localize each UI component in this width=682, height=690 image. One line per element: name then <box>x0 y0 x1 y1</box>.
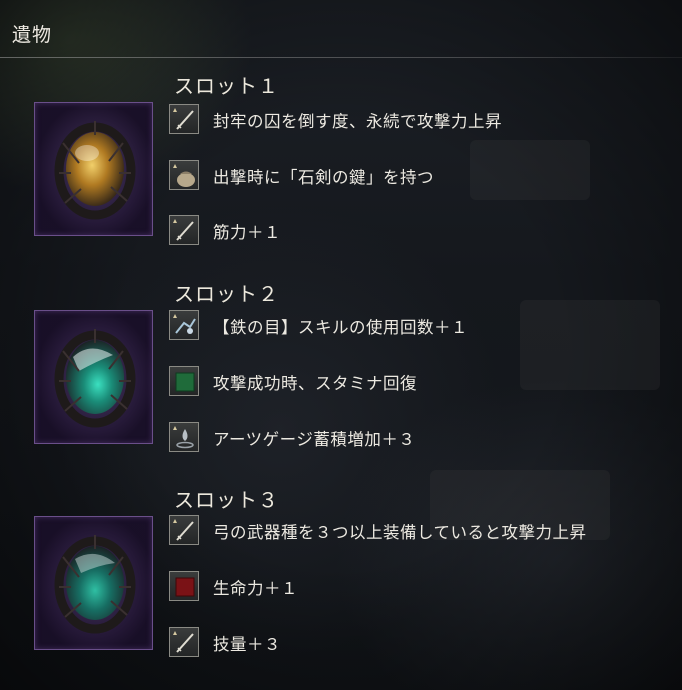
effect-text: 出撃時に「石剣の鍵」を持つ <box>213 168 434 187</box>
sword-icon <box>169 215 199 245</box>
relic-teal-icon <box>54 535 136 634</box>
effect-text: 技量＋３ <box>213 635 281 654</box>
pouch-icon <box>169 160 199 190</box>
sword-icon <box>169 515 199 545</box>
effect-text: 筋力＋１ <box>213 223 281 242</box>
sword-icon <box>169 627 199 657</box>
effect-text: 弓の武器種を３つ以上装備していると攻撃力上昇 <box>213 523 587 542</box>
green-square-icon <box>169 366 199 396</box>
relic-gold-icon <box>54 121 136 220</box>
header-divider <box>0 57 682 58</box>
relic-slot-2[interactable] <box>34 310 153 444</box>
slot-2-title: スロット２ <box>174 282 279 306</box>
skill-icon <box>169 310 199 340</box>
effect-text: 生命力＋１ <box>213 579 298 598</box>
relic-teal-icon <box>54 329 136 428</box>
effect-text: 【鉄の目】スキルの使用回数＋１ <box>213 318 468 337</box>
relic-slot-3[interactable] <box>34 516 153 650</box>
sword-icon <box>169 104 199 134</box>
relic-slot-1[interactable] <box>34 102 153 236</box>
background-stone <box>520 300 660 390</box>
red-square-icon <box>169 571 199 601</box>
effect-text: 攻撃成功時、スタミナ回復 <box>213 374 417 393</box>
header: 遺物 <box>0 0 682 60</box>
page-title: 遺物 <box>12 24 53 46</box>
slot-3-title: スロット３ <box>174 488 279 512</box>
slot-1-title: スロット１ <box>174 74 279 98</box>
effect-text: アーツゲージ蓄積増加＋３ <box>213 430 416 449</box>
arts-icon <box>169 422 199 452</box>
background-stone <box>470 140 590 200</box>
effect-text: 封牢の囚を倒す度、永続で攻撃力上昇 <box>213 112 502 131</box>
